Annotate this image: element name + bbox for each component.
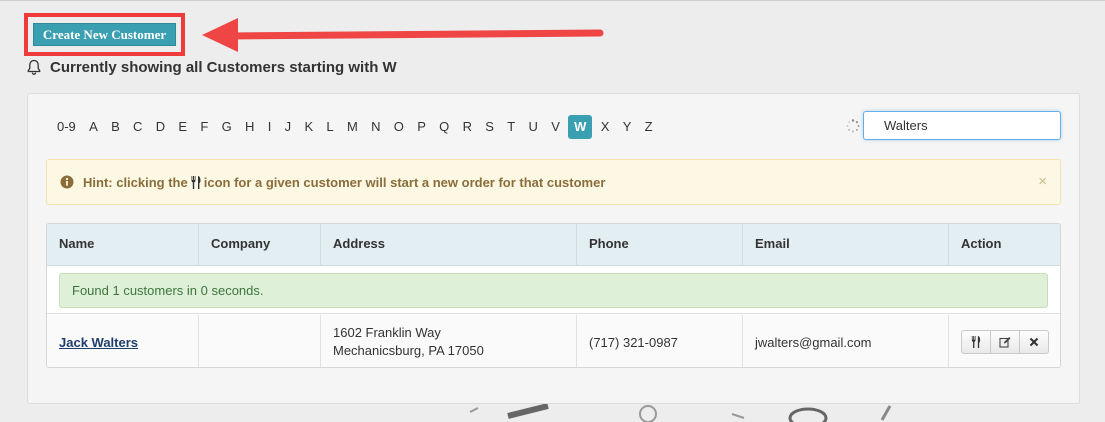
cutlery-icon (191, 175, 201, 189)
letter-filter[interactable]: H (240, 115, 259, 139)
address-line-1: 1602 Franklin Way (333, 325, 441, 340)
letter-filter[interactable]: I (263, 115, 277, 139)
letter-filter[interactable]: 0-9 (52, 115, 81, 139)
table-row: Jack Walters 1602 Franklin Way Mechanics… (47, 315, 1060, 367)
annotation-arrow (202, 18, 604, 52)
column-header-address: Address (321, 224, 577, 266)
letter-filter[interactable]: D (151, 115, 170, 139)
letter-filter[interactable]: G (217, 115, 237, 139)
delete-icon (1029, 337, 1039, 347)
letter-filter[interactable]: K (299, 115, 318, 139)
cell-action (949, 315, 1060, 367)
letter-filter[interactable]: C (128, 115, 147, 139)
status-line: Currently showing all Customers starting… (26, 56, 397, 78)
customer-name-link[interactable]: Jack Walters (59, 335, 138, 350)
hint-text-suffix: icon for a given customer will start a n… (203, 174, 606, 190)
create-new-customer-button[interactable]: Create New Customer (33, 23, 176, 46)
column-header-company: Company (199, 224, 321, 266)
letter-filter[interactable]: Z (640, 115, 658, 139)
edit-icon (999, 337, 1011, 348)
background-decoration (469, 404, 892, 422)
letter-filter[interactable]: J (280, 115, 297, 139)
letter-filter[interactable]: N (366, 115, 385, 139)
letter-filter[interactable]: T (502, 115, 520, 139)
hint-alert: Hint: clicking the icon for a given cust… (46, 159, 1061, 205)
letter-filter[interactable]: X (596, 115, 615, 139)
letter-filter[interactable]: B (106, 115, 125, 139)
customer-table: Name Company Address Phone Email Action … (46, 223, 1061, 368)
letter-filter[interactable]: V (546, 115, 565, 139)
letter-filter[interactable]: A (84, 115, 103, 139)
alphabet-filter: 0-9 A B C D E F G H I J K L M N O P Q R … (52, 115, 661, 139)
loading-spinner-icon (846, 119, 860, 133)
results-row: Found 1 customers in 0 seconds. (47, 266, 1060, 314)
action-button-group (961, 330, 1049, 354)
letter-filter[interactable]: P (412, 115, 431, 139)
column-header-action: Action (961, 236, 1002, 251)
letter-filter[interactable]: Y (618, 115, 637, 139)
column-header-name: Name (47, 224, 199, 266)
letter-filter[interactable]: R (458, 115, 477, 139)
customer-panel: 0-9 A B C D E F G H I J K L M N O P Q R … (27, 93, 1080, 404)
letter-filter-active[interactable]: W (568, 115, 593, 139)
cell-name: Jack Walters (47, 315, 199, 367)
info-icon (60, 175, 74, 189)
hint-close-button[interactable]: × (1038, 173, 1047, 190)
new-order-button[interactable] (961, 330, 991, 354)
letter-filter[interactable]: O (389, 115, 409, 139)
letter-filter[interactable]: E (173, 115, 192, 139)
address-line-2: Mechanicsburg, PA 17050 (333, 343, 484, 358)
status-text: Currently showing all Customers starting… (50, 58, 397, 76)
column-header-phone: Phone (577, 224, 743, 266)
letter-filter[interactable]: L (321, 115, 338, 139)
letter-filter[interactable]: S (480, 115, 499, 139)
cutlery-icon (971, 336, 981, 348)
cell-phone: (717) 321-0987 (577, 315, 743, 367)
cell-address: 1602 Franklin Way Mechanicsburg, PA 1705… (321, 315, 577, 367)
letter-filter[interactable]: Q (434, 115, 454, 139)
letter-filter[interactable]: F (195, 115, 213, 139)
cell-company (199, 315, 321, 367)
edit-customer-button[interactable] (990, 330, 1020, 354)
column-header-email: Email (743, 224, 949, 266)
delete-customer-button[interactable] (1019, 330, 1049, 354)
results-count-alert: Found 1 customers in 0 seconds. (59, 273, 1048, 308)
letter-filter[interactable]: U (524, 115, 543, 139)
cell-email: jwalters@gmail.com (743, 315, 949, 367)
letter-filter[interactable]: M (342, 115, 363, 139)
bell-icon (27, 59, 41, 75)
table-header: Name Company Address Phone Email Action (47, 224, 1060, 266)
create-button-highlight: Create New Customer (24, 13, 185, 56)
customer-search-input[interactable] (863, 111, 1061, 140)
hint-text-prefix: Hint: clicking the (83, 174, 188, 190)
